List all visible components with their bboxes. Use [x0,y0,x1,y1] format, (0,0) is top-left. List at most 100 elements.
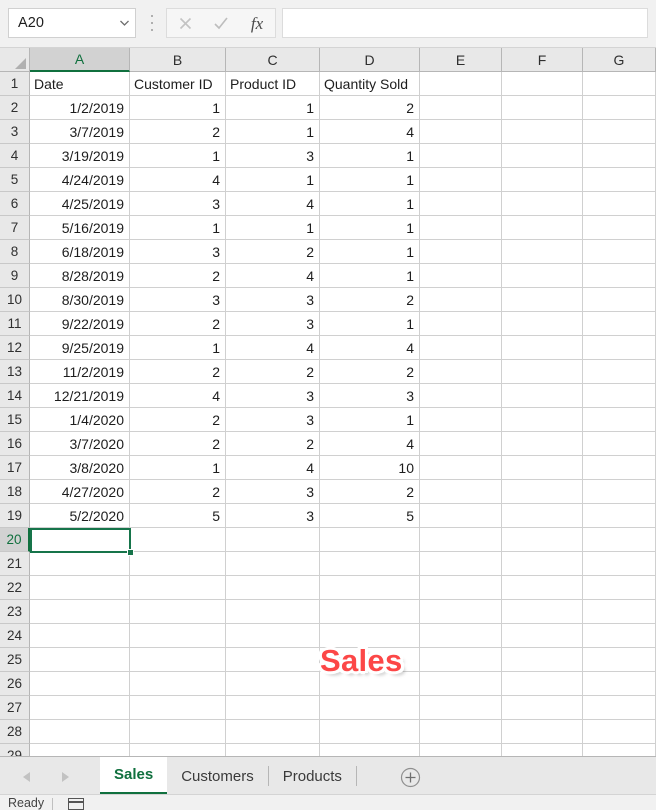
cell-G16[interactable] [583,432,656,456]
cell-F12[interactable] [502,336,583,360]
cell-E16[interactable] [420,432,502,456]
cell-B29[interactable] [130,744,226,756]
cell-F8[interactable] [502,240,583,264]
row-header-12[interactable]: 12 [0,336,30,360]
cell-D4[interactable]: 1 [320,144,420,168]
cell-G1[interactable] [583,72,656,96]
cell-B9[interactable]: 2 [130,264,226,288]
cell-B25[interactable] [130,648,226,672]
cell-F16[interactable] [502,432,583,456]
cell-D21[interactable] [320,552,420,576]
cell-C7[interactable]: 1 [226,216,320,240]
cell-G19[interactable] [583,504,656,528]
cell-F20[interactable] [502,528,583,552]
row-header-13[interactable]: 13 [0,360,30,384]
row-header-10[interactable]: 10 [0,288,30,312]
cell-B26[interactable] [130,672,226,696]
cell-G3[interactable] [583,120,656,144]
cell-A19[interactable]: 5/2/2020 [30,504,130,528]
row-header-5[interactable]: 5 [0,168,30,192]
cell-F14[interactable] [502,384,583,408]
cell-E15[interactable] [420,408,502,432]
cell-E19[interactable] [420,504,502,528]
cell-C4[interactable]: 3 [226,144,320,168]
column-header-e[interactable]: E [420,48,502,72]
cell-E21[interactable] [420,552,502,576]
cell-C23[interactable] [226,600,320,624]
column-header-b[interactable]: B [130,48,226,72]
column-header-d[interactable]: D [320,48,420,72]
cell-E4[interactable] [420,144,502,168]
cell-C24[interactable] [226,624,320,648]
cell-E13[interactable] [420,360,502,384]
cell-A4[interactable]: 3/19/2019 [30,144,130,168]
cell-G21[interactable] [583,552,656,576]
cell-B11[interactable]: 2 [130,312,226,336]
cell-D11[interactable]: 1 [320,312,420,336]
cell-C29[interactable] [226,744,320,756]
cell-E27[interactable] [420,696,502,720]
cell-F22[interactable] [502,576,583,600]
cell-F1[interactable] [502,72,583,96]
cell-A3[interactable]: 3/7/2019 [30,120,130,144]
cell-A14[interactable]: 12/21/2019 [30,384,130,408]
cell-D12[interactable]: 4 [320,336,420,360]
cell-B10[interactable]: 3 [130,288,226,312]
cell-D29[interactable] [320,744,420,756]
cell-D10[interactable]: 2 [320,288,420,312]
cell-G28[interactable] [583,720,656,744]
cell-C27[interactable] [226,696,320,720]
cell-G9[interactable] [583,264,656,288]
cell-A28[interactable] [30,720,130,744]
cell-C26[interactable] [226,672,320,696]
row-header-14[interactable]: 14 [0,384,30,408]
cell-C22[interactable] [226,576,320,600]
cell-D13[interactable]: 2 [320,360,420,384]
triangle-right-icon[interactable] [54,766,76,788]
header-cell-C1[interactable]: Product ID [226,72,320,96]
plus-circle-icon[interactable] [398,765,422,789]
cell-C25[interactable] [226,648,320,672]
cell-C3[interactable]: 1 [226,120,320,144]
row-header-9[interactable]: 9 [0,264,30,288]
cell-A7[interactable]: 5/16/2019 [30,216,130,240]
cell-E25[interactable] [420,648,502,672]
cell-D6[interactable]: 1 [320,192,420,216]
row-header-22[interactable]: 22 [0,576,30,600]
cell-D18[interactable]: 2 [320,480,420,504]
cell-G27[interactable] [583,696,656,720]
cell-D8[interactable]: 1 [320,240,420,264]
cell-E3[interactable] [420,120,502,144]
cell-G5[interactable] [583,168,656,192]
row-header-23[interactable]: 23 [0,600,30,624]
row-header-25[interactable]: 25 [0,648,30,672]
cell-F25[interactable] [502,648,583,672]
cell-E2[interactable] [420,96,502,120]
cell-F28[interactable] [502,720,583,744]
cell-A8[interactable]: 6/18/2019 [30,240,130,264]
row-header-20[interactable]: 20 [0,528,30,552]
cell-D17[interactable]: 10 [320,456,420,480]
cell-G25[interactable] [583,648,656,672]
cell-D2[interactable]: 2 [320,96,420,120]
select-all-corner[interactable] [0,48,30,72]
cell-G17[interactable] [583,456,656,480]
cell-G12[interactable] [583,336,656,360]
fill-handle[interactable] [127,549,134,556]
cell-G6[interactable] [583,192,656,216]
cell-F18[interactable] [502,480,583,504]
cell-F27[interactable] [502,696,583,720]
cell-A10[interactable]: 8/30/2019 [30,288,130,312]
cell-D5[interactable]: 1 [320,168,420,192]
cell-B17[interactable]: 1 [130,456,226,480]
cell-E7[interactable] [420,216,502,240]
cell-F29[interactable] [502,744,583,756]
row-header-4[interactable]: 4 [0,144,30,168]
sheet-tab-products[interactable]: Products [269,757,356,795]
cell-C14[interactable]: 3 [226,384,320,408]
cell-B2[interactable]: 1 [130,96,226,120]
cell-C15[interactable]: 3 [226,408,320,432]
row-header-24[interactable]: 24 [0,624,30,648]
cell-A13[interactable]: 11/2/2019 [30,360,130,384]
cell-C17[interactable]: 4 [226,456,320,480]
